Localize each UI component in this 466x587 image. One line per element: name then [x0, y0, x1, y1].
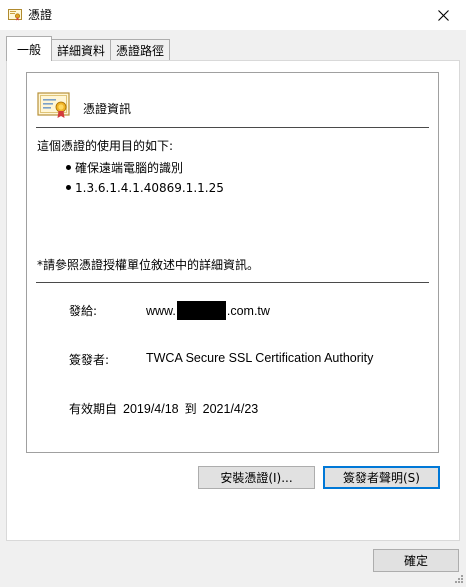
redaction-box — [176, 301, 226, 320]
issued-by-label: 簽發者: — [69, 353, 110, 367]
issued-to-value: www. .com.tw — [146, 301, 270, 320]
close-button[interactable] — [420, 0, 466, 30]
certificate-dialog: 憑證 一般 詳細資料 憑證路徑 憑證資訊 這個憑證的使用目的如下: 確保遠端電腦… — [0, 0, 466, 585]
issued-to-label: 發給: — [69, 304, 98, 318]
title-bar[interactable]: 憑證 — [0, 0, 466, 30]
divider — [36, 282, 429, 283]
validity-period: 有效期自 2019/4/18 到 2021/4/23 — [69, 400, 258, 417]
issued-to-suffix: .com.tw — [226, 303, 270, 318]
purpose-title: 這個憑證的使用目的如下: — [37, 139, 174, 153]
resize-grip-icon[interactable] — [454, 573, 464, 583]
tab-certification-path[interactable]: 憑證路徑 — [110, 39, 171, 61]
issued-by-value: TWCA Secure SSL Certification Authority — [146, 351, 374, 365]
validity-label: 有效期自 — [69, 402, 118, 416]
validity-to-label: 到 — [184, 402, 197, 416]
issuer-note: *請參照憑證授權單位敘述中的詳細資訊。 — [37, 258, 260, 272]
window-title: 憑證 — [28, 8, 53, 22]
issuer-statement-button[interactable]: 簽發者聲明(S) — [323, 466, 440, 489]
tab-details[interactable]: 詳細資料 — [51, 39, 112, 61]
purpose-item: 1.3.6.1.4.1.40869.1.1.25 — [75, 181, 224, 195]
certificate-icon — [37, 90, 71, 120]
close-icon — [437, 9, 449, 21]
certificate-info-frame: 憑證資訊 這個憑證的使用目的如下: 確保遠端電腦的識別 1.3.6.1.4.1.… — [26, 72, 439, 453]
tab-panel-general: 憑證資訊 這個憑證的使用目的如下: 確保遠端電腦的識別 1.3.6.1.4.1.… — [6, 60, 460, 541]
issued-to-prefix: www. — [146, 303, 176, 318]
tab-general[interactable]: 一般 — [6, 36, 53, 61]
ok-button[interactable]: 確定 — [373, 549, 459, 572]
install-certificate-button[interactable]: 安裝憑證(I)... — [198, 466, 315, 489]
certificate-icon — [8, 7, 22, 21]
list-item: 確保遠端電腦的識別 — [66, 158, 224, 178]
valid-to: 2021/4/23 — [202, 401, 259, 416]
tab-strip: 一般 詳細資料 憑證路徑 — [6, 36, 171, 61]
valid-from: 2019/4/18 — [123, 401, 179, 416]
certificate-info-heading: 憑證資訊 — [83, 102, 132, 116]
purpose-list: 確保遠端電腦的識別 1.3.6.1.4.1.40869.1.1.25 — [66, 158, 224, 198]
list-item: 1.3.6.1.4.1.40869.1.1.25 — [66, 178, 224, 198]
purpose-item: 確保遠端電腦的識別 — [75, 161, 184, 175]
divider — [36, 127, 429, 128]
